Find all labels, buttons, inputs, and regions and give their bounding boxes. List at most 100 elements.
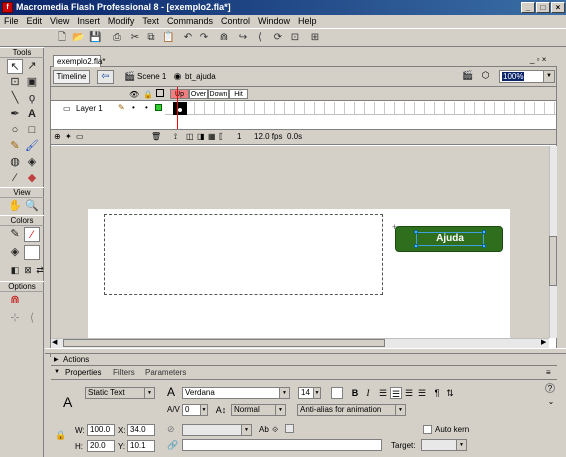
tab-properties[interactable]: Properties <box>65 366 101 379</box>
eyedropper-tool-icon[interactable]: ⁄ <box>7 171 23 186</box>
open-file-icon[interactable]: 📂 <box>72 32 84 44</box>
frame-grid[interactable] <box>165 102 556 115</box>
pen-tool-icon[interactable]: ✒ <box>7 107 23 122</box>
save-icon[interactable]: 💾 <box>89 32 101 44</box>
vertical-scroll-thumb[interactable] <box>549 236 557 286</box>
x-input[interactable]: 34.0 <box>127 424 155 436</box>
breadcrumb-symbol[interactable]: bt_ajuda <box>185 70 216 84</box>
onion-outlines-icon[interactable]: ◨ <box>197 132 205 141</box>
align-left-icon[interactable]: ☰ <box>377 387 389 399</box>
font-size-input[interactable]: 14 ▼ <box>298 387 321 399</box>
trash-icon[interactable]: 🗑 <box>151 132 161 141</box>
bold-icon[interactable]: B <box>349 387 361 399</box>
menu-control[interactable]: Control <box>217 15 254 26</box>
italic-icon[interactable]: I <box>362 387 374 399</box>
onion-skin-icon[interactable]: ◫ <box>186 132 194 141</box>
text-tool-icon[interactable]: A <box>24 107 40 122</box>
lock-size-icon[interactable]: 🔒 <box>55 430 66 441</box>
button-hit-area[interactable] <box>104 214 383 295</box>
paint-bucket-tool-icon[interactable]: ◈ <box>24 155 40 170</box>
maximize-button[interactable]: □ <box>536 2 550 13</box>
free-transform-tool-icon[interactable]: ⊡ <box>7 75 23 90</box>
eye-icon[interactable]: 👁 <box>129 90 139 99</box>
hand-tool-icon[interactable]: ✋ <box>7 199 23 214</box>
center-frame-icon[interactable]: ⟟ <box>174 132 177 142</box>
copy-icon[interactable]: ⧉ <box>145 32 157 44</box>
doc-window-controls[interactable]: _ ▫ × <box>530 55 546 64</box>
rectangle-tool-icon[interactable]: □ <box>24 123 40 138</box>
selectable-icon[interactable]: Ab <box>259 425 269 434</box>
expand-arrow-icon[interactable]: ▶ <box>54 354 59 366</box>
lasso-tool-icon[interactable]: ϙ <box>24 91 40 106</box>
edit-format-icon[interactable]: ⌄ <box>545 396 557 408</box>
zoom-select[interactable]: 100% ▼ <box>499 70 555 83</box>
new-file-icon[interactable]: 🗋 <box>56 32 68 44</box>
zoom-tool-icon[interactable]: 🔍 <box>24 199 40 214</box>
horizontal-scroll-thumb[interactable] <box>63 339 385 347</box>
document-tab[interactable]: exemplo2.fla* <box>53 55 105 67</box>
ink-bottle-tool-icon[interactable]: ◍ <box>7 155 23 170</box>
link-input[interactable] <box>182 439 382 451</box>
character-position-select[interactable]: Normal ▼ <box>231 404 286 416</box>
brush-tool-icon[interactable]: 🖌 <box>24 139 40 154</box>
lock-icon[interactable]: 🔒 <box>143 90 153 99</box>
modify-onion-markers-icon[interactable]: ⟦ <box>219 132 223 141</box>
add-layer-icon[interactable]: ⊕ <box>54 132 61 141</box>
justify-icon[interactable]: ☰ <box>416 387 428 399</box>
align-center-icon[interactable]: ☰ <box>390 387 402 399</box>
url-link-input[interactable]: ▼ <box>182 424 252 436</box>
add-folder-icon[interactable]: ▭ <box>76 132 84 141</box>
menu-window[interactable]: Window <box>254 15 294 26</box>
menu-help[interactable]: Help <box>294 15 321 26</box>
snap-magnet-icon[interactable]: ⋒ <box>218 32 230 44</box>
fill-color-swatch[interactable] <box>24 245 40 260</box>
scroll-left-icon[interactable]: ◀ <box>52 338 57 346</box>
fill-color-icon[interactable]: ◈ <box>7 245 23 260</box>
help-icon[interactable]: ? <box>545 383 555 393</box>
selection-handle[interactable] <box>482 230 486 234</box>
paste-icon[interactable]: 📋 <box>162 32 174 44</box>
menu-edit[interactable]: Edit <box>23 15 47 26</box>
y-input[interactable]: 10.1 <box>127 440 155 452</box>
layer-outline-color-icon[interactable] <box>155 104 162 111</box>
letter-spacing-input[interactable]: 0 ▼ <box>182 404 208 416</box>
edit-multiple-frames-icon[interactable]: ▦ <box>208 132 216 141</box>
menu-commands[interactable]: Commands <box>163 15 217 26</box>
menu-text[interactable]: Text <box>138 15 163 26</box>
add-guide-icon[interactable]: ✦ <box>65 132 72 141</box>
menu-modify[interactable]: Modify <box>104 15 139 26</box>
snap-to-objects-icon[interactable]: ⋒ <box>7 293 23 308</box>
text-direction-icon[interactable]: ⇅ <box>444 387 456 399</box>
selection-handle[interactable] <box>414 230 418 234</box>
menu-insert[interactable]: Insert <box>73 15 104 26</box>
antialias-select[interactable]: Anti-alias for animation ▼ <box>297 404 406 416</box>
target-select[interactable]: ▼ <box>421 439 467 451</box>
align-icon[interactable]: ⊞ <box>309 32 321 44</box>
selection-handle[interactable] <box>482 244 486 248</box>
frame-label-hit[interactable]: Hit <box>229 89 248 99</box>
frame-label-down[interactable]: Down <box>208 89 229 99</box>
lock-dot-icon[interactable]: • <box>145 103 148 112</box>
line-tool-icon[interactable]: ╲ <box>7 91 23 106</box>
width-input[interactable]: 100.0 <box>87 424 115 436</box>
timeline-toggle-button[interactable]: Timeline <box>53 70 90 84</box>
scroll-right-icon[interactable]: ▶ <box>541 338 546 346</box>
text-type-select[interactable]: Static Text ▼ <box>85 387 155 399</box>
auto-kern-checkbox[interactable] <box>423 425 432 434</box>
show-border-icon[interactable] <box>285 424 294 433</box>
stroke-color-icon[interactable]: ✎ <box>7 227 23 242</box>
align-right-icon[interactable]: ☰ <box>403 387 415 399</box>
fill-transform-tool-icon[interactable]: ▣ <box>24 75 40 90</box>
height-input[interactable]: 20.0 <box>87 440 115 452</box>
eraser-tool-icon[interactable]: ◆ <box>24 171 40 186</box>
selection-handle[interactable] <box>414 244 418 248</box>
visible-dot-icon[interactable]: • <box>132 103 135 112</box>
outline-icon[interactable] <box>156 89 164 97</box>
frame-label-up[interactable]: Up <box>170 89 189 99</box>
tab-parameters[interactable]: Parameters <box>145 366 186 379</box>
pencil-tool-icon[interactable]: ✎ <box>7 139 23 154</box>
frame-rate[interactable]: 12.0 fps <box>254 132 282 141</box>
actions-panel-header[interactable]: ▶ Actions <box>51 354 557 366</box>
stroke-color-swatch[interactable]: ⁄ <box>24 227 40 242</box>
menu-view[interactable]: View <box>46 15 73 26</box>
